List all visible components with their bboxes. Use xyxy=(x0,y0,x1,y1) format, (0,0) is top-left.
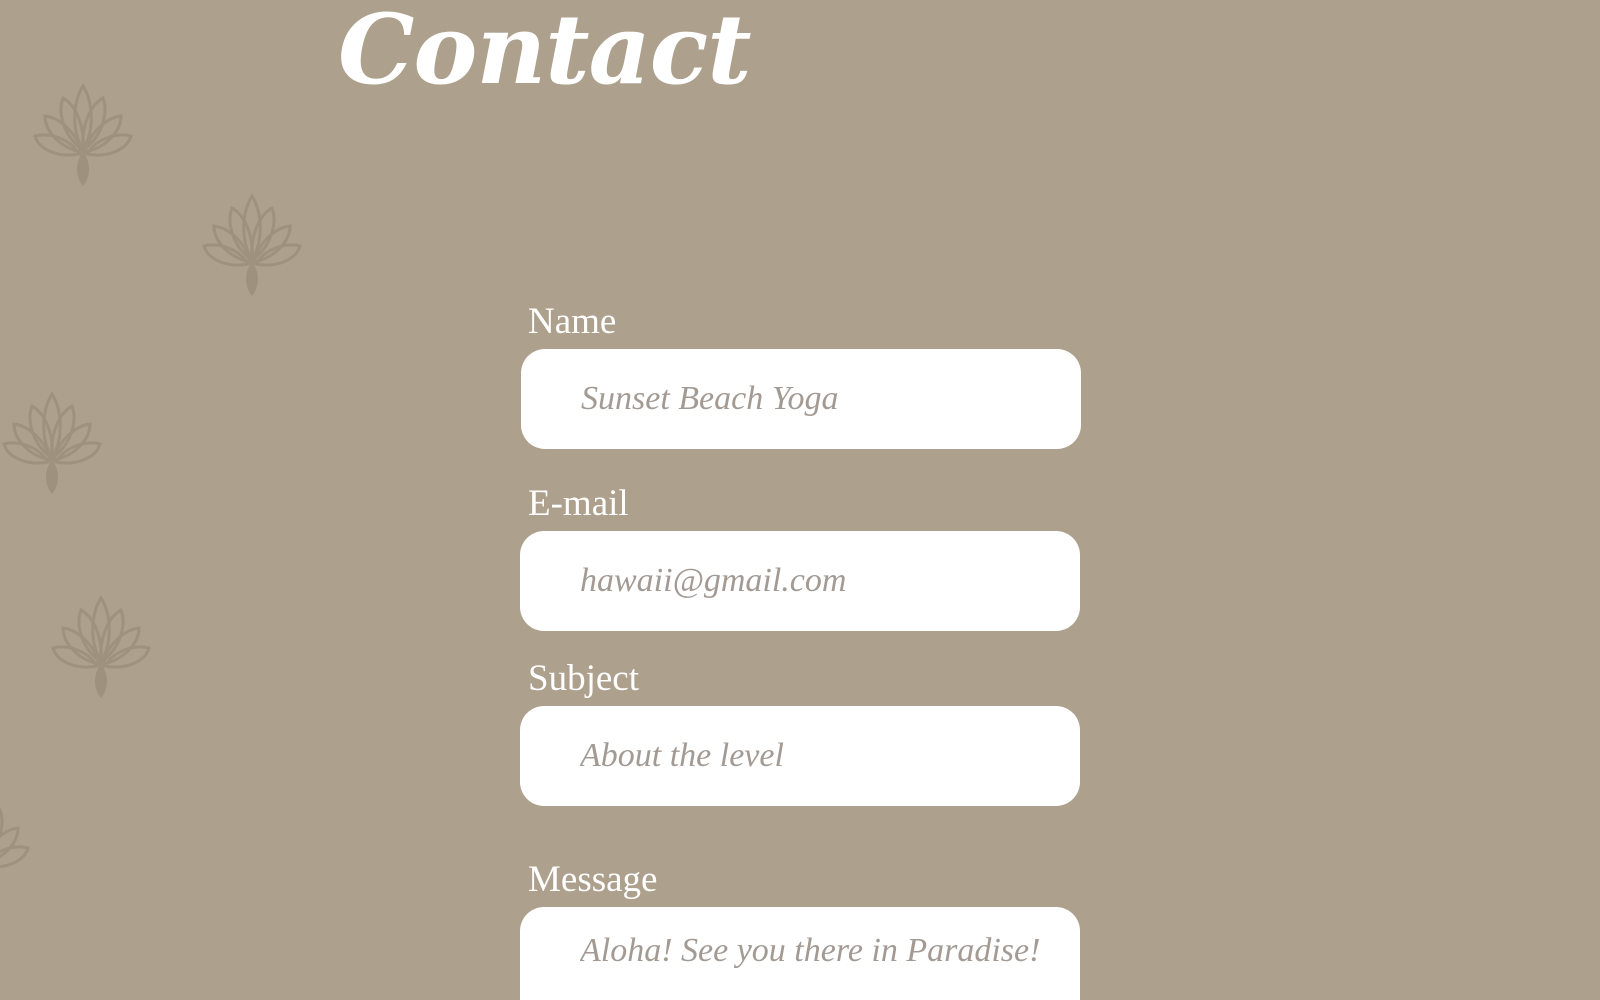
email-field-box xyxy=(520,531,1080,631)
message-input[interactable] xyxy=(520,907,1080,995)
name-label: Name xyxy=(528,301,617,342)
lotus-flower-icon xyxy=(31,80,135,190)
lotus-flower-icon xyxy=(0,792,32,902)
message-label: Message xyxy=(528,859,658,900)
lotus-flower-icon xyxy=(0,388,104,498)
message-field-box xyxy=(520,907,1080,1000)
lotus-flower-icon xyxy=(200,190,304,300)
email-input[interactable] xyxy=(520,531,1080,631)
subject-field-box xyxy=(520,706,1080,806)
lotus-flower-icon xyxy=(49,592,153,702)
subject-input[interactable] xyxy=(520,706,1080,806)
page-title: Contact xyxy=(338,0,752,106)
email-label: E-mail xyxy=(528,483,629,524)
name-input[interactable] xyxy=(521,349,1081,449)
name-field-box xyxy=(521,349,1081,449)
subject-label: Subject xyxy=(528,658,639,699)
